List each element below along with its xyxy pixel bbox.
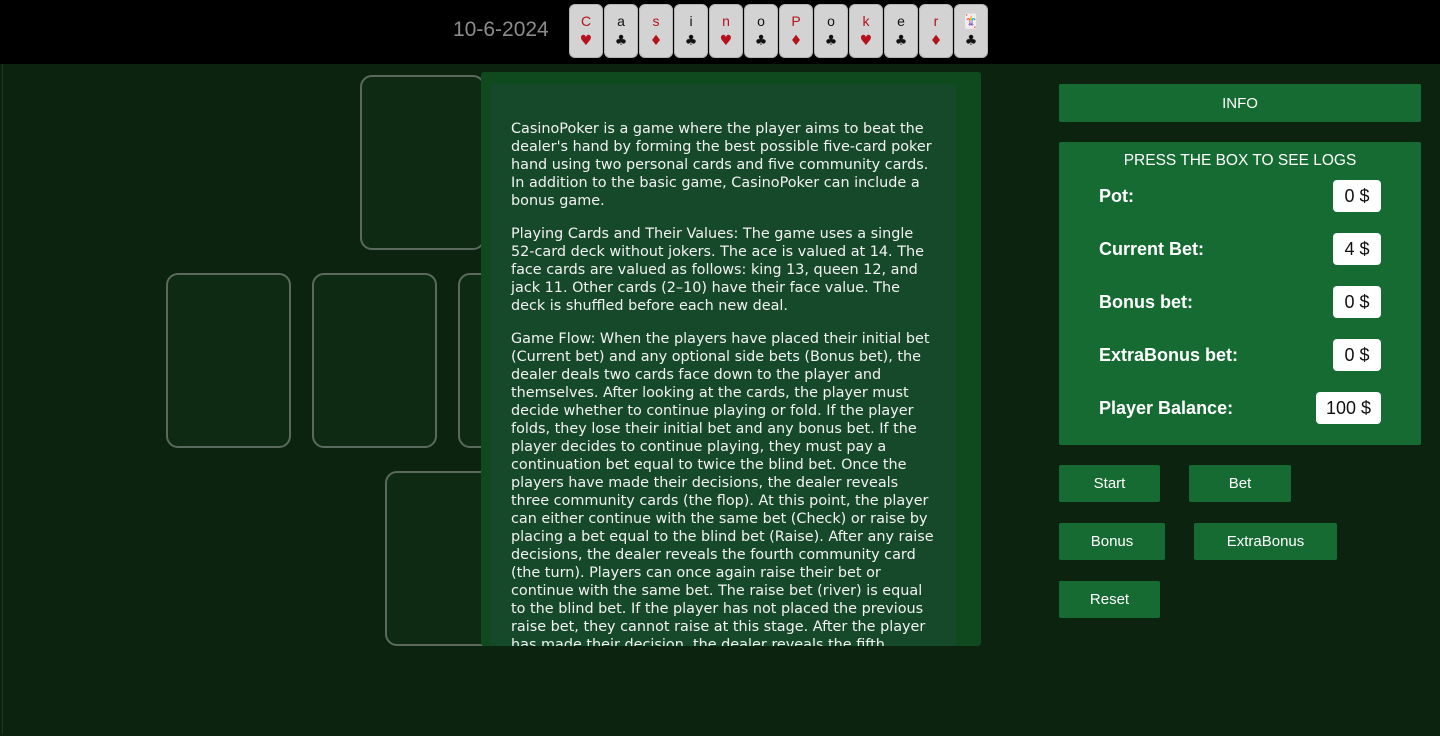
casino-poker-logo: C ♥ a ♣ s ♦ i ♣ n ♥ o ♣ P ♦ o ♣ k ♥ e ♣ r ♦ 🃏 ♣ [569,4,988,58]
bonus-bet-value: 0 $ [1333,286,1381,318]
bonus-bet-row: Bonus bet: 0 $ [1099,286,1381,320]
logo-card-letter: r [933,13,939,29]
extrabonus-bet-row: ExtraBonus bet: 0 $ [1099,339,1381,373]
logo-card-letter: n [722,13,730,29]
bonus-button[interactable]: Bonus [1059,523,1165,560]
date-label: 10-6-2024 [453,18,549,41]
pot-value: 0 $ [1333,180,1381,212]
suit-icon: ♣ [754,33,768,49]
logo-card-letter: o [757,13,765,29]
current-bet-label: Current Bet: [1099,239,1205,259]
suit-icon: ♦ [649,33,663,49]
suit-icon: ♣ [824,33,838,49]
suit-icon: ♦ [929,33,943,49]
logo-card: k ♥ [849,4,883,58]
info-paragraph-flow: Game Flow: When the players have placed … [511,331,934,646]
suit-icon: ♦ [789,33,803,49]
logo-card: s ♦ [639,4,673,58]
community-card-slot-1 [166,273,291,448]
logo-card-letter: C [580,13,592,29]
reset-button[interactable]: Reset [1059,581,1160,618]
info-paragraph-cards: Playing Cards and Their Values: The game… [511,226,924,314]
logo-card: C ♥ [569,4,603,58]
community-card-slot-2 [312,273,437,448]
logo-card-letter: 🃏 [962,13,980,29]
bonus-bet-label: Bonus bet: [1099,292,1193,312]
logo-card-letter: k [862,13,870,29]
dealer-card-slot [360,75,485,250]
current-bet-value: 4 $ [1333,233,1381,265]
stats-header: PRESS THE BOX TO SEE LOGS [1123,152,1357,169]
info-modal[interactable]: CasinoPoker is a game where the player a… [481,72,981,646]
logo-card-letter: s [652,13,660,29]
info-paragraph-intro: CasinoPoker is a game where the player a… [511,121,932,209]
current-bet-row: Current Bet: 4 $ [1099,233,1381,267]
suit-icon: ♥ [719,33,733,49]
logo-card-letter: a [617,13,625,29]
suit-icon: ♥ [579,33,593,49]
logo-card-letter: P [791,13,801,29]
suit-icon: ♣ [614,33,628,49]
stats-box[interactable]: PRESS THE BOX TO SEE LOGS Pot: 0 $ Curre… [1059,142,1421,445]
bet-button[interactable]: Bet [1189,465,1291,502]
logo-card: n ♥ [709,4,743,58]
top-bar: 10-6-2024 C ♥ a ♣ s ♦ i ♣ n ♥ o ♣ P ♦ o ♣ k ♥ e ♣ r ♦ 🃏 ♣ [0,0,1440,64]
player-balance-label: Player Balance: [1099,398,1234,418]
info-button[interactable]: INFO [1059,84,1421,122]
suit-icon: ♣ [684,33,698,49]
logo-card: r ♦ [919,4,953,58]
extrabonus-bet-value: 0 $ [1333,339,1381,371]
logo-card: i ♣ [674,4,708,58]
pot-row: Pot: 0 $ [1099,180,1381,214]
player-balance-row: Player Balance: 100 $ [1099,392,1381,426]
extrabonus-button[interactable]: ExtraBonus [1194,523,1337,560]
start-button[interactable]: Start [1059,465,1160,502]
logo-card: o ♣ [814,4,848,58]
extrabonus-bet-label: ExtraBonus bet: [1099,345,1239,365]
info-text-scroll[interactable]: CasinoPoker is a game where the player a… [490,84,956,646]
logo-card-letter: e [897,13,905,29]
suit-icon: ♥ [859,33,873,49]
logo-card-letter: o [827,13,835,29]
logo-card: 🃏 ♣ [954,4,988,58]
logo-card: a ♣ [604,4,638,58]
logo-card: e ♣ [884,4,918,58]
suit-icon: ♣ [894,33,908,49]
pot-label: Pot: [1099,186,1134,206]
logo-card: P ♦ [779,4,813,58]
logo-card-letter: i [689,13,693,29]
suit-icon: ♣ [964,33,978,49]
logo-card: o ♣ [744,4,778,58]
player-balance-value: 100 $ [1315,392,1381,424]
